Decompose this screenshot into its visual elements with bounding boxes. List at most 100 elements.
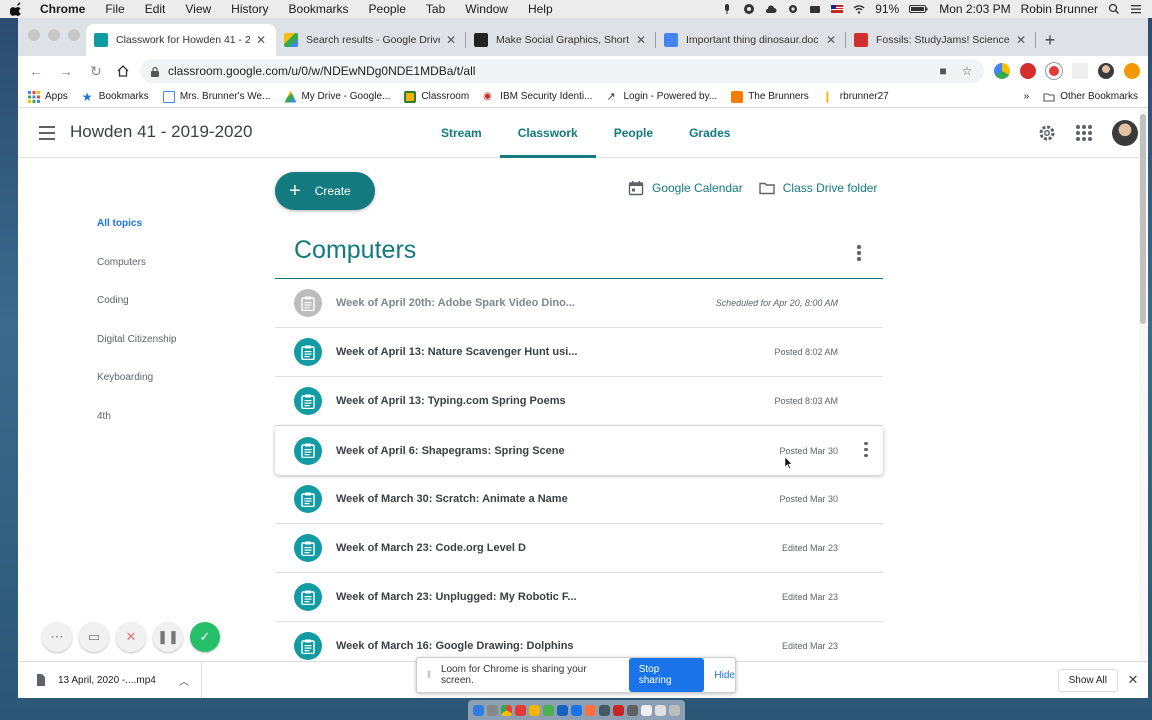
bookmark-mrs-brunner[interactable]: Mrs. Brunner's We... [162, 90, 270, 103]
app-dock-icon[interactable] [557, 704, 568, 716]
menu-history[interactable]: History [231, 2, 268, 16]
camera-status-icon[interactable] [809, 3, 821, 15]
app-dock-icon[interactable] [599, 704, 610, 716]
trash-dock-icon[interactable] [669, 704, 680, 716]
tab-stream[interactable]: Stream [423, 108, 500, 158]
grid-extension-icon[interactable] [1072, 63, 1088, 79]
loom-cancel-icon[interactable]: ✕ [116, 622, 146, 652]
main-menu-icon[interactable] [39, 126, 55, 144]
close-tab-icon[interactable]: ✕ [1014, 33, 1028, 47]
tab-grades[interactable]: Grades [671, 108, 748, 158]
bookmark-the-brunners[interactable]: The Brunners [731, 90, 809, 103]
menu-window[interactable]: Window [465, 2, 508, 16]
gear-status-icon[interactable] [787, 3, 799, 15]
bookmarks-overflow-button[interactable]: » [1024, 91, 1030, 102]
launchpad-dock-icon[interactable] [487, 704, 498, 716]
account-avatar[interactable] [1112, 120, 1138, 146]
browser-tab[interactable]: Fossils: StudyJams! Science | Sc ✕ [846, 24, 1036, 56]
home-icon[interactable] [116, 64, 130, 78]
close-tab-icon[interactable]: ✕ [254, 33, 268, 47]
assignment-row[interactable]: Week of March 16: Google Drawing: Dolphi… [275, 622, 883, 661]
browser-tab[interactable]: Classwork for Howden 41 - 2019- ✕ [86, 24, 276, 56]
profile-avatar-icon[interactable] [1098, 63, 1114, 79]
loom-pause-icon[interactable]: ❚❚ [153, 622, 183, 652]
page-scrollbar[interactable] [1139, 108, 1147, 661]
hide-banner-button[interactable]: Hide [714, 670, 735, 681]
chrome-dock-icon[interactable] [501, 704, 512, 716]
chevron-up-icon[interactable]: ︿ [179, 673, 189, 688]
bookmark-ibm[interactable]: ◉ IBM Security Identi... [483, 91, 592, 103]
topic-all-topics[interactable]: All topics [97, 218, 176, 257]
new-tab-button[interactable]: + [1036, 24, 1064, 56]
menu-app-name[interactable]: Chrome [40, 2, 85, 16]
topic-computers[interactable]: Computers [97, 257, 176, 296]
back-arrow-icon[interactable]: ← [26, 63, 46, 79]
close-tab-icon[interactable]: ✕ [634, 33, 648, 47]
menu-help[interactable]: Help [528, 2, 553, 16]
other-bookmarks[interactable]: Other Bookmarks [1043, 91, 1138, 103]
drive-extension-icon[interactable] [994, 63, 1010, 79]
section-title[interactable]: Computers [294, 236, 416, 265]
topic-digital-citizenship[interactable]: Digital Citizenship [97, 334, 176, 373]
assignment-row[interactable]: Week of April 13: Typing.com Spring Poem… [275, 377, 883, 426]
close-window-button[interactable] [28, 29, 40, 41]
topic-4th[interactable]: 4th [97, 411, 176, 450]
assignment-row[interactable]: Week of March 23: Unplugged: My Robotic … [275, 573, 883, 622]
stop-sharing-button[interactable]: Stop sharing [628, 658, 705, 692]
section-more-options-icon[interactable] [857, 245, 861, 263]
camera-blocked-icon[interactable]: ■ [936, 64, 950, 78]
create-button[interactable]: + Create [275, 172, 375, 210]
forward-arrow-icon[interactable]: → [56, 63, 76, 79]
user-name[interactable]: Robin Brunner [1021, 2, 1098, 16]
assignment-title[interactable]: Week of April 20th: Adobe Spark Video Di… [336, 297, 716, 309]
omnibox[interactable]: classroom.google.com/u/0/w/NDEwNDg0NDE1M… [140, 59, 984, 83]
menu-view[interactable]: View [185, 2, 211, 16]
app-dock-icon[interactable] [529, 704, 540, 716]
assignment-title[interactable]: Week of March 16: Google Drawing: Dolphi… [336, 640, 782, 652]
apple-icon[interactable] [10, 2, 24, 16]
browser-tab[interactable]: Important thing dinosaur.doc - G ✕ [656, 24, 846, 56]
bookmark-my-drive[interactable]: My Drive - Google... [284, 90, 390, 103]
download-item[interactable]: 13 April, 2020 -....mp4 ︿ [18, 661, 202, 698]
flag-us-icon[interactable] [831, 3, 844, 15]
topic-coding[interactable]: Coding [97, 295, 176, 334]
bookmark-login[interactable]: ↗ Login - Powered by... [606, 91, 717, 103]
url-text[interactable]: classroom.google.com/u/0/w/NDEwNDg0NDE1M… [168, 64, 926, 78]
google-calendar-link[interactable]: Google Calendar [628, 180, 743, 196]
assignment-row[interactable]: Week of April 20th: Adobe Spark Video Di… [275, 279, 883, 328]
close-tab-icon[interactable]: ✕ [824, 33, 838, 47]
minimize-window-button[interactable] [48, 29, 60, 41]
assignment-title[interactable]: Week of March 23: Code.org Level D [336, 542, 782, 554]
browser-tab[interactable]: Make Social Graphics, Short Vide ✕ [466, 24, 656, 56]
battery-icon[interactable] [909, 3, 929, 15]
assignment-title[interactable]: Week of April 13: Nature Scavenger Hunt … [336, 346, 774, 358]
assignment-title[interactable]: Week of April 13: Typing.com Spring Poem… [336, 395, 774, 407]
loom-more-options-button[interactable]: ⋯ [42, 622, 72, 652]
assignment-title[interactable]: Week of April 6: Shapegrams: Spring Scen… [336, 445, 779, 457]
adblock-extension-icon[interactable] [1020, 63, 1036, 79]
notification-center-icon[interactable] [1130, 3, 1142, 15]
menu-people[interactable]: People [369, 2, 406, 16]
browser-tab[interactable]: Search results - Google Drive ✕ [276, 24, 466, 56]
bookmark-apps[interactable]: Apps [28, 90, 68, 103]
class-drive-folder-link[interactable]: Class Drive folder [759, 180, 877, 196]
app-dock-icon[interactable] [613, 704, 624, 716]
document-dock-icon[interactable] [641, 704, 652, 716]
bookmark-star-icon[interactable]: ☆ [960, 64, 974, 78]
bookmark-classroom[interactable]: Classroom [404, 90, 469, 103]
zoom-window-button[interactable] [68, 29, 80, 41]
scrollbar-thumb[interactable] [1140, 114, 1146, 324]
assignment-row[interactable]: Week of March 30: Scratch: Animate a Nam… [275, 475, 883, 524]
loom-camera-toggle-icon[interactable]: ▭ [79, 622, 109, 652]
tab-people[interactable]: People [596, 108, 671, 158]
course-title[interactable]: Howden 41 - 2019-2020 [70, 122, 252, 142]
app-dock-icon[interactable] [515, 704, 526, 716]
drag-handle-icon[interactable]: ‖ [427, 670, 435, 681]
bookmark-rbrunner27[interactable]: ❙ rbrunner27 [823, 91, 889, 103]
document-dock-icon[interactable] [655, 704, 666, 716]
topic-keyboarding[interactable]: Keyboarding [97, 372, 176, 411]
reload-icon[interactable]: ↻ [86, 63, 106, 80]
show-all-downloads-button[interactable]: Show All [1057, 668, 1118, 692]
app-dock-icon[interactable] [627, 704, 638, 716]
assignment-more-options-icon[interactable] [849, 441, 883, 460]
